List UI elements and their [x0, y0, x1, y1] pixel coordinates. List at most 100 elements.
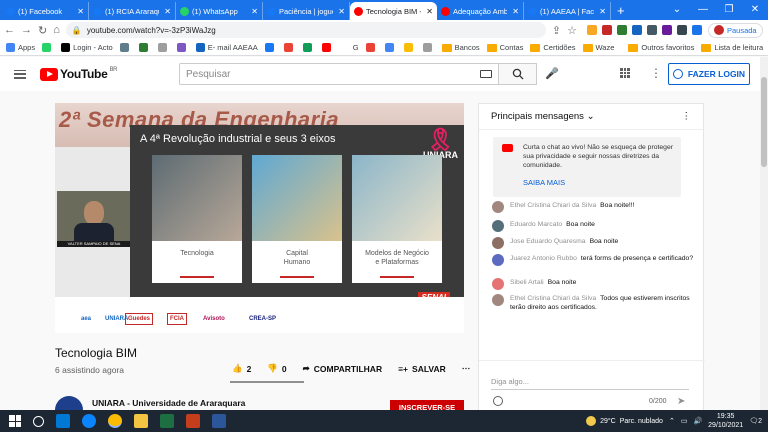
extension-icon[interactable]: [691, 25, 702, 35]
powerpoint-icon[interactable]: [186, 414, 200, 428]
reload-icon[interactable]: ↻: [38, 24, 47, 37]
chat-message[interactable]: Sibeli Artali Boa noite: [492, 278, 697, 290]
bookmark-item[interactable]: Apps: [6, 43, 35, 52]
like-button[interactable]: 👍 2: [232, 363, 251, 374]
search-button[interactable]: [499, 63, 537, 85]
browser-tab[interactable]: Tecnologia BIM - ✕: [350, 2, 437, 20]
extension-icon[interactable]: [646, 25, 657, 35]
profile-button[interactable]: Pausada: [707, 22, 763, 38]
chat-message[interactable]: Juarez Antonio Rubbo terá forms de presen…: [492, 254, 697, 266]
address-bar[interactable]: 🔒 youtube.com/watch?v=-3zP3iWaJzg: [65, 22, 546, 38]
bookmark-item[interactable]: [403, 43, 416, 52]
hamburger-menu-icon[interactable]: [14, 69, 26, 79]
chat-message[interactable]: Jose Eduardo Quaresma Boa noite: [492, 237, 697, 249]
forward-icon[interactable]: →: [21, 24, 32, 36]
share-page-icon[interactable]: ⇪: [552, 24, 561, 37]
bookmark-folder[interactable]: Certidões: [530, 43, 576, 52]
bookmark-item[interactable]: [119, 43, 132, 52]
home-icon[interactable]: ⌂: [53, 24, 60, 36]
bookmark-item[interactable]: [283, 43, 296, 52]
extension-icon[interactable]: [616, 25, 627, 35]
close-tab-icon[interactable]: ✕: [251, 7, 258, 16]
bookmark-item[interactable]: [176, 43, 189, 52]
chat-menu-icon[interactable]: ⋮: [682, 111, 692, 122]
chevron-up-icon[interactable]: ⌃: [669, 417, 675, 425]
clock[interactable]: 19:35 29/10/2021: [708, 412, 743, 430]
extension-icon[interactable]: [586, 25, 597, 35]
youtube-logo[interactable]: YouTube BR: [40, 67, 117, 81]
word-icon[interactable]: [212, 414, 226, 428]
bookmark-item[interactable]: [138, 43, 151, 52]
share-button[interactable]: ➦ COMPARTILHAR: [303, 363, 382, 374]
task-view-icon[interactable]: [56, 414, 70, 428]
browser-tab[interactable]: (1) WhatsApp ✕: [176, 2, 263, 20]
excel-icon[interactable]: [160, 414, 174, 428]
extension-icon[interactable]: [661, 25, 672, 35]
close-tab-icon[interactable]: ✕: [512, 7, 519, 16]
learn-more-link[interactable]: SAIBA MAIS: [523, 178, 565, 187]
close-tab-icon[interactable]: ✕: [77, 7, 84, 16]
chevron-down-icon[interactable]: ⌄: [664, 0, 690, 20]
send-icon[interactable]: ➤: [677, 396, 685, 407]
bookmark-item[interactable]: [321, 43, 334, 52]
chat-message[interactable]: Eduardo Marcato Boa noite: [492, 220, 697, 232]
maximize-icon[interactable]: ❐: [716, 0, 742, 20]
other-bookmarks-button[interactable]: Outros favoritos: [628, 43, 694, 52]
bookmark-item[interactable]: [157, 43, 170, 52]
video-player[interactable]: 2ª Semana da Engenharia VALTER SAMPAIO D…: [55, 103, 464, 333]
chrome-icon[interactable]: [108, 414, 122, 428]
emoji-icon[interactable]: [493, 396, 503, 406]
close-icon[interactable]: ✕: [742, 0, 768, 20]
new-tab-button[interactable]: +: [611, 3, 631, 18]
bookmark-star-icon[interactable]: ☆: [567, 24, 577, 37]
bookmark-item[interactable]: E- mail AAEAA: [195, 43, 258, 52]
microphone-icon[interactable]: 🎤: [545, 67, 559, 80]
minimize-icon[interactable]: —: [690, 0, 716, 20]
close-tab-icon[interactable]: ✕: [426, 7, 433, 16]
dislike-button[interactable]: 👎 0: [267, 363, 286, 374]
bookmark-folder[interactable]: Bancos: [441, 43, 480, 52]
browser-tab[interactable]: (1) Facebook ✕: [2, 2, 89, 20]
bookmark-item[interactable]: Login - Acto: [61, 43, 113, 52]
bookmark-item[interactable]: [422, 43, 435, 52]
bookmark-folder[interactable]: Contas: [486, 43, 523, 52]
browser-tab[interactable]: (1) RCIA Araraquar ✕: [89, 2, 176, 20]
notifications-icon[interactable]: 🗨2: [749, 417, 762, 425]
search-icon[interactable]: [33, 415, 44, 427]
browser-tab[interactable]: Paciência | jogue ✕: [263, 2, 350, 20]
more-actions-button[interactable]: ⋯: [462, 363, 471, 374]
apps-grid-icon[interactable]: [620, 68, 630, 78]
page-scrollbar[interactable]: [760, 57, 768, 410]
volume-icon[interactable]: 🔊: [693, 417, 702, 425]
bookmark-item[interactable]: [302, 43, 315, 52]
bookmark-item[interactable]: [42, 43, 54, 52]
back-icon[interactable]: ←: [4, 24, 15, 36]
puzzle-icon[interactable]: [676, 25, 687, 35]
chat-message[interactable]: Ethel Cristina Chiari da Silva Boa noite!…: [492, 201, 697, 213]
close-tab-icon[interactable]: ✕: [599, 7, 606, 16]
browser-tab[interactable]: Adequação Amb ✕: [437, 2, 524, 20]
bookmark-item[interactable]: [264, 43, 277, 52]
edge-icon[interactable]: [82, 414, 96, 428]
reading-list-button[interactable]: Lista de leitura: [701, 43, 763, 52]
channel-name[interactable]: UNIARA - Universidade de Araraquara: [92, 398, 245, 408]
browser-tab[interactable]: (1) AAEAA | Faceb ✕: [524, 2, 611, 20]
bookmark-folder[interactable]: Waze: [582, 43, 614, 52]
extension-icon[interactable]: [601, 25, 612, 35]
close-tab-icon[interactable]: ✕: [164, 7, 171, 16]
chat-input[interactable]: Diga algo...: [491, 377, 529, 386]
search-input[interactable]: Pesquisar: [179, 63, 499, 85]
login-button[interactable]: FAZER LOGIN: [668, 63, 750, 85]
file-explorer-icon[interactable]: [134, 414, 148, 428]
bookmark-item[interactable]: [384, 43, 397, 52]
bookmark-item[interactable]: G: [340, 43, 359, 52]
chat-message[interactable]: Ethel Cristina Chiari da Silva Todos que …: [492, 294, 697, 312]
keyboard-icon[interactable]: [480, 70, 492, 78]
chat-mode-selector[interactable]: Principais mensagens ⌄: [491, 111, 595, 122]
windows-start-icon[interactable]: [9, 415, 21, 427]
save-button[interactable]: ≡+ SALVAR: [398, 364, 446, 374]
close-tab-icon[interactable]: ✕: [338, 7, 345, 16]
settings-menu-icon[interactable]: ⋮: [650, 66, 662, 80]
weather-widget[interactable]: 29°C Parc. nublado: [586, 416, 663, 426]
extension-icon[interactable]: [631, 25, 642, 35]
